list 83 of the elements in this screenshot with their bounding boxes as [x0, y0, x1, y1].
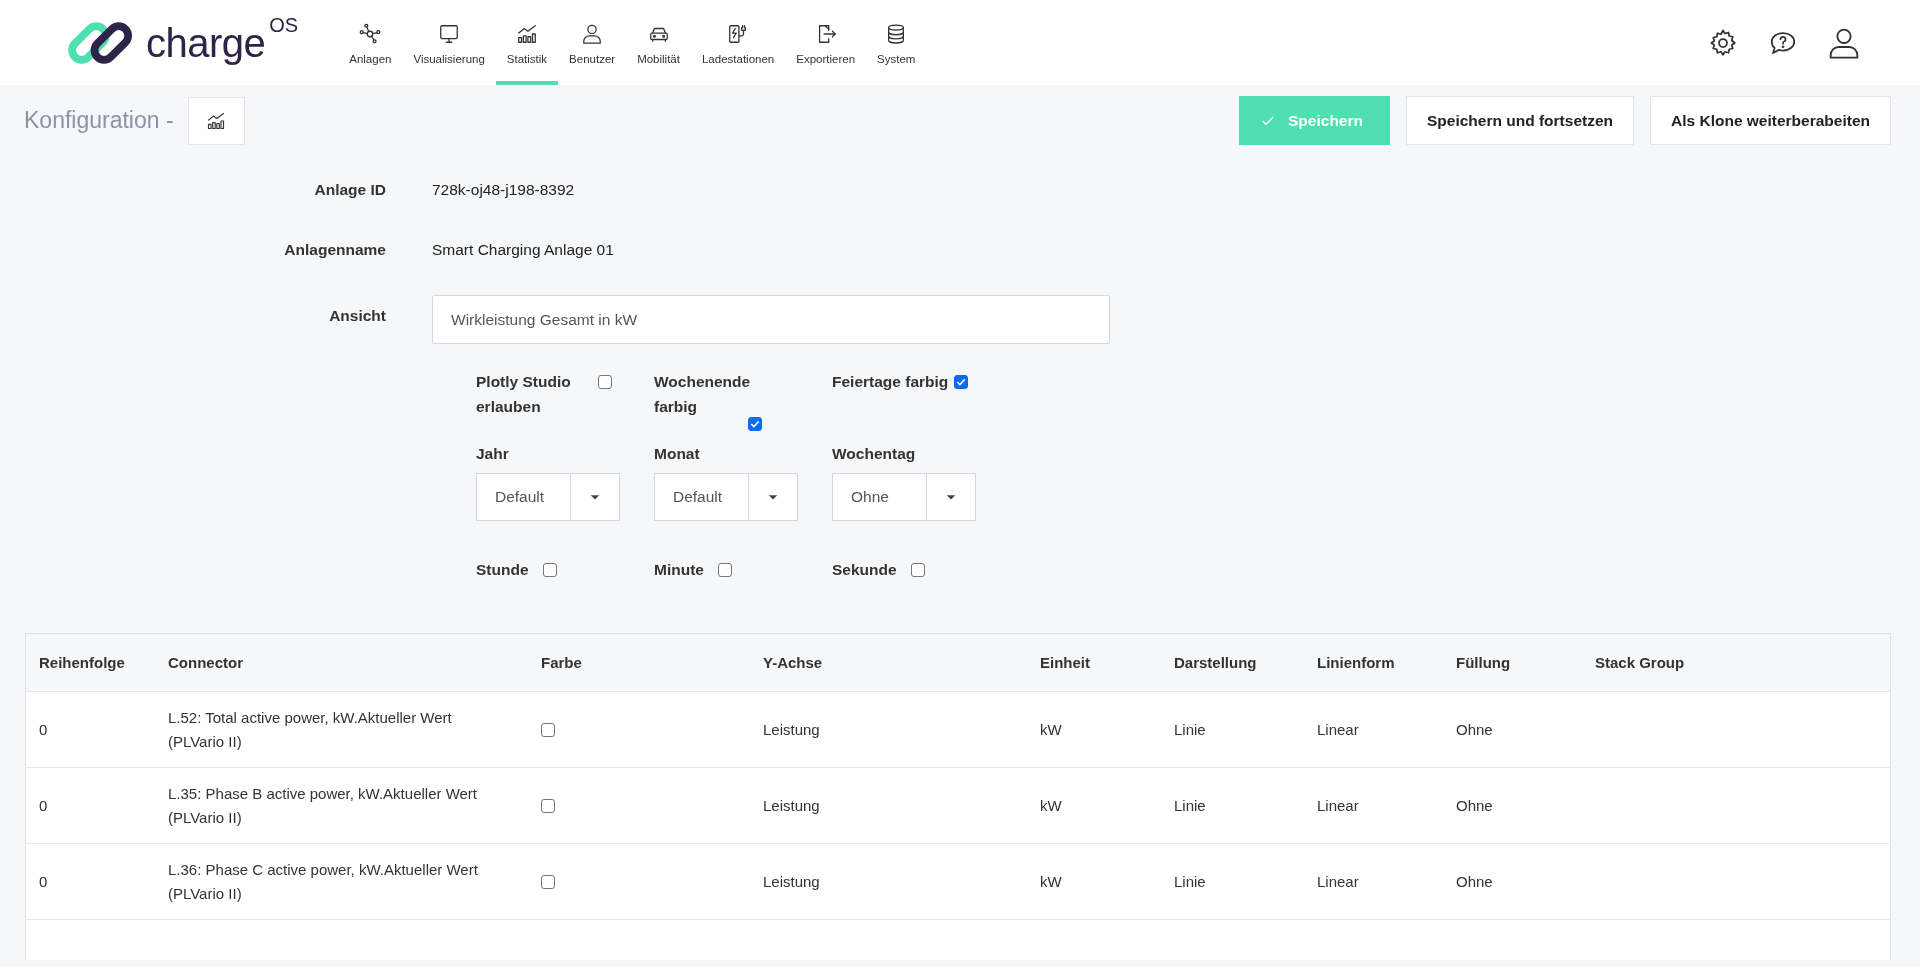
table-cell-text: Linear	[1316, 719, 1360, 740]
bar-chart-icon	[206, 110, 227, 131]
user-icon	[1828, 26, 1860, 59]
chart-type-button[interactable]	[187, 96, 245, 145]
caret-icon	[767, 492, 779, 502]
nav-tab[interactable]: Visualisierung	[402, 0, 496, 85]
nav-tab[interactable]: System	[866, 0, 927, 85]
table-cell-text: Linear	[1316, 871, 1360, 892]
field-value: Smart Charging Anlage 01	[432, 241, 614, 259]
column-header: Connector	[167, 652, 244, 673]
option-label: Stunde	[476, 561, 529, 579]
field-value: 728k-oj48-j198-8392	[432, 181, 575, 199]
field-label: Ansicht	[328, 307, 387, 325]
checkbox[interactable]	[598, 375, 612, 389]
table-cell-text: Linear	[1316, 795, 1360, 816]
checkbox[interactable]	[541, 874, 555, 889]
nav-tab[interactable]: Statistik	[495, 0, 559, 85]
table-cell-text: L.52: Total active power, kW.Aktueller Wert (PLVario II)	[167, 707, 453, 752]
column-header: Darstellung	[1173, 652, 1258, 673]
table-cell-text: kW	[1039, 795, 1063, 816]
column-header: Farbe	[540, 652, 583, 673]
option-label: Plotly Studio erlauben	[476, 372, 572, 417]
table-cell-text: Ohne	[1455, 871, 1494, 892]
select-label: Wochentag	[832, 445, 917, 463]
dropdown[interactable]: Default	[476, 473, 620, 521]
table-cell-text: Linie	[1173, 871, 1207, 892]
table-cell-text: 0	[38, 719, 49, 740]
logo-text: charge	[146, 22, 266, 63]
field-label: Anlage ID	[313, 181, 387, 199]
column-header: Einheit	[1039, 652, 1091, 673]
checkbox[interactable]	[717, 563, 732, 577]
nav-tab[interactable]: Anlagen	[338, 0, 403, 85]
option-label: Minute	[654, 561, 704, 579]
table-cell-text: 0	[38, 871, 49, 892]
action-button[interactable]: Als Klone weiterberabeiten	[1650, 96, 1891, 145]
table-cell-text: Ohne	[1455, 795, 1494, 816]
table-cell-text: Linie	[1173, 795, 1207, 816]
nav-tab[interactable]: Ladestationen	[690, 0, 786, 85]
field-label: Anlagenname	[283, 241, 387, 259]
table-cell-text: Ohne	[1455, 719, 1494, 740]
column-header: Füllung	[1455, 652, 1512, 673]
checkbox[interactable]	[542, 563, 557, 577]
checkbox[interactable]	[541, 722, 555, 737]
page-title: Konfiguration -	[24, 107, 174, 134]
checkmark-icon	[955, 376, 967, 388]
checkbox[interactable]	[910, 563, 925, 577]
table-cell-text: Leistung	[762, 795, 821, 816]
dropdown[interactable]: Ohne	[832, 473, 976, 521]
column-header: Reihenfolge	[38, 652, 126, 673]
nav-tab[interactable]: Exportieren	[785, 0, 867, 85]
dropdown[interactable]: Default	[654, 473, 798, 521]
view-input-field[interactable]: Wirkleistung Gesamt in kW	[432, 295, 1110, 344]
nav-tab[interactable]: Mobilität	[626, 0, 691, 85]
action-button[interactable]: Speichern und fortsetzen	[1406, 96, 1634, 145]
caret-icon	[589, 492, 601, 502]
user-icon	[581, 22, 604, 45]
column-header: Linienform	[1316, 652, 1396, 673]
checkbox[interactable]	[748, 417, 762, 431]
bar-chart-icon	[515, 22, 538, 45]
table-cell-text: Leistung	[762, 871, 821, 892]
monitor-icon	[438, 22, 461, 45]
option-label: Wochenende farbig	[654, 372, 752, 417]
table-cell-text: Linie	[1173, 719, 1207, 740]
logo-superscript: OS	[269, 13, 299, 37]
option-label: Feiertage farbig	[832, 372, 950, 392]
checkmark-icon	[749, 418, 761, 430]
table-cell-text: Leistung	[762, 719, 821, 740]
table-cell-text: kW	[1039, 871, 1063, 892]
select-label: Jahr	[476, 445, 510, 463]
table-cell-text: 0	[38, 795, 49, 816]
checkbox[interactable]	[954, 375, 968, 389]
nav-tab[interactable]: Benutzer	[558, 0, 627, 85]
network-icon	[359, 22, 382, 45]
caret-icon	[945, 492, 957, 502]
select-label: Monat	[654, 445, 701, 463]
table-cell-text: L.36: Phase C active power, kW.Aktueller Wert (PLVario II)	[167, 859, 479, 904]
column-header: Stack Group	[1594, 652, 1686, 673]
option-label: Sekunde	[832, 561, 897, 579]
checkbox[interactable]	[541, 798, 555, 813]
table-cell-text: kW	[1039, 719, 1063, 740]
table-cell-text: L.35: Phase B active power, kW.Aktueller Wert (PLVario II)	[167, 783, 479, 828]
settings-icon	[1708, 27, 1738, 58]
column-header: Y-Achse	[762, 652, 824, 673]
